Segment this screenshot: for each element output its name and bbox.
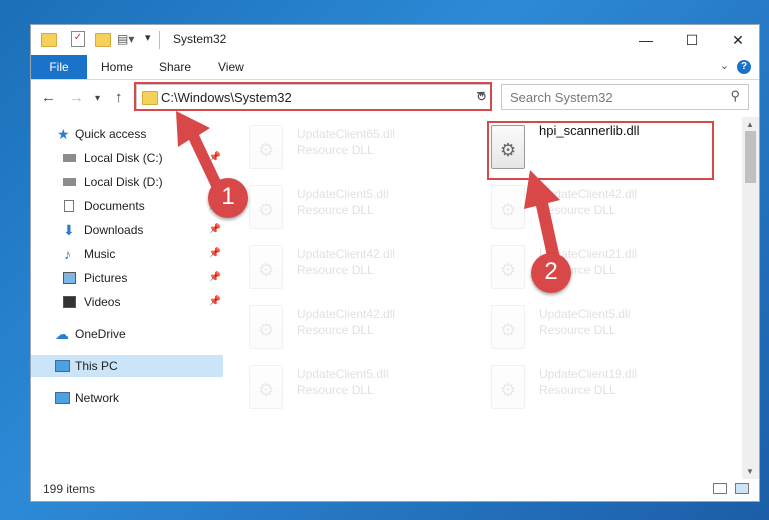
- step-1-badge: 1: [208, 178, 248, 218]
- step-2-badge: 2: [531, 253, 571, 293]
- annotation-arrows: [176, 111, 560, 261]
- arrow-2-shape: [524, 170, 560, 261]
